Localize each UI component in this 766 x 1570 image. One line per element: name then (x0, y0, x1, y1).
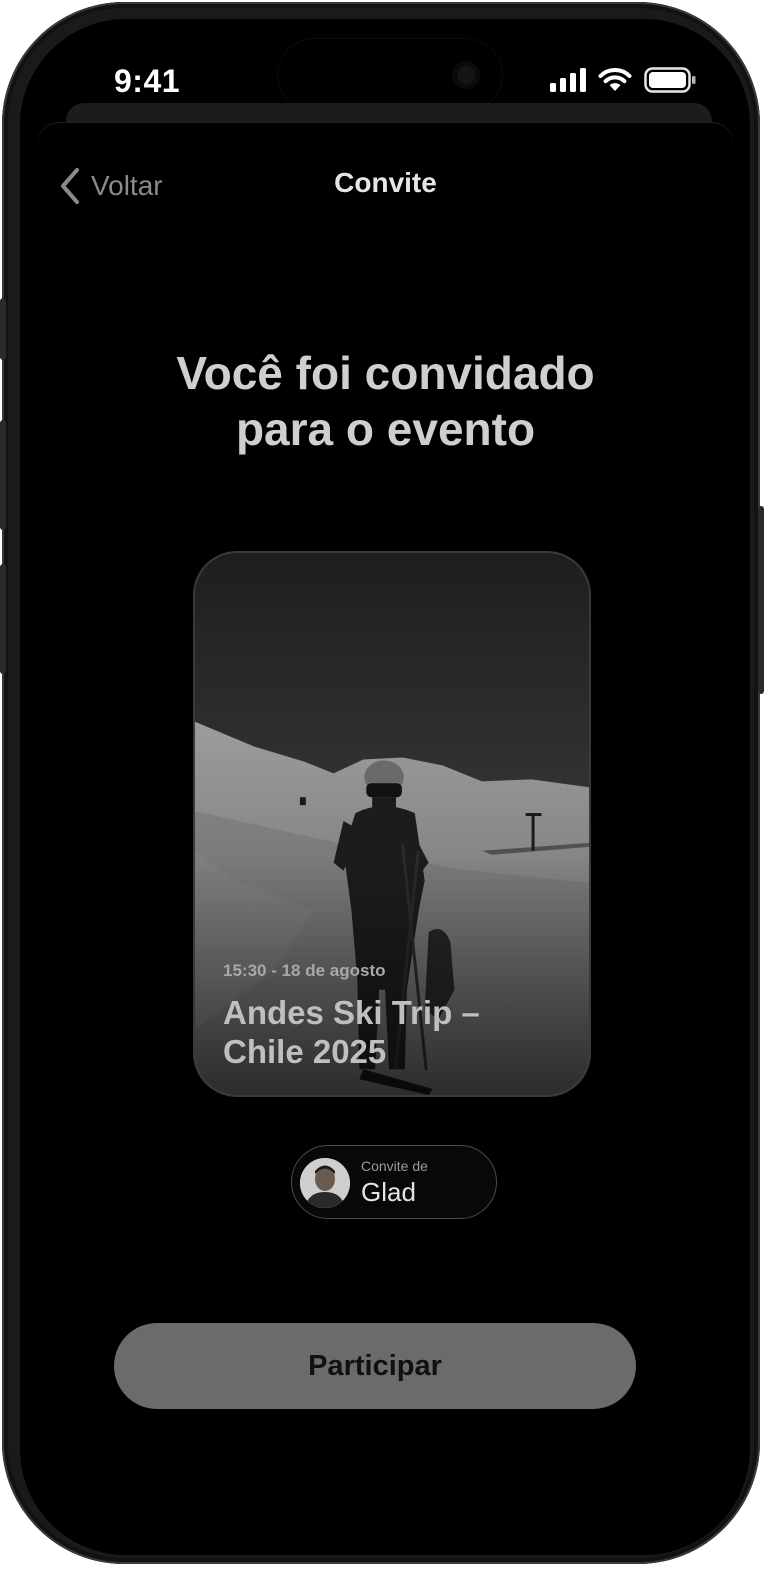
invite-headline: Você foi convidado para o evento (37, 345, 734, 457)
battery-icon (644, 67, 696, 93)
wifi-icon (598, 68, 632, 91)
event-datetime: 15:30 - 18 de agosto (223, 961, 386, 980)
power-button (758, 506, 764, 694)
event-title-line-2: Chile 2025 (223, 1033, 387, 1070)
event-title-line-1: Andes Ski Trip – (223, 994, 480, 1031)
front-camera-icon (452, 61, 480, 89)
invite-from-label: Convite de (361, 1158, 428, 1174)
headline-line-1: Você foi convidado (176, 347, 595, 399)
action-button (0, 298, 6, 360)
event-card[interactable]: 15:30 - 18 de agosto Andes Ski Trip – Ch… (193, 551, 591, 1097)
user-avatar-icon (300, 1158, 350, 1208)
event-title: Andes Ski Trip – Chile 2025 (223, 993, 563, 1071)
dynamic-island (278, 39, 502, 111)
device-frame: 9:41 Voltar Convite Você foi convidado p… (0, 2, 764, 1564)
status-icons (550, 65, 696, 95)
status-time: 9:41 (114, 63, 181, 99)
volume-up-button (0, 420, 6, 530)
screen: 9:41 Voltar Convite Você foi convidado p… (20, 19, 750, 1555)
headline-line-2: para o evento (235, 403, 536, 455)
nav-title: Convite (334, 167, 437, 198)
inviter-chip[interactable]: Convite de Glad (291, 1145, 497, 1219)
avatar (300, 1158, 350, 1208)
inviter-name: Glad (361, 1177, 416, 1207)
cellular-signal-icon (550, 68, 586, 92)
join-button[interactable]: Participar (114, 1323, 636, 1409)
nav-bar: Voltar Convite (37, 123, 734, 243)
volume-down-button (0, 564, 6, 674)
